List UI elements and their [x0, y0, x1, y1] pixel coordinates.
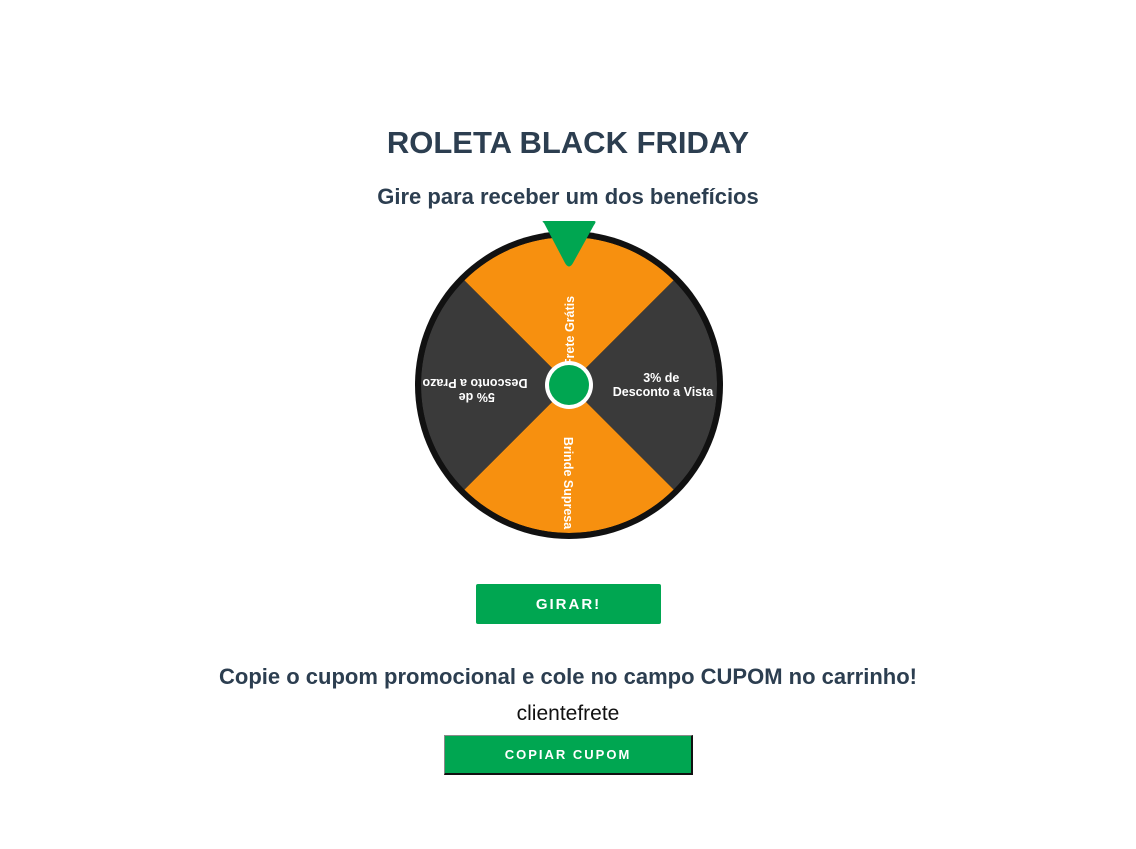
wheel-svg: Frete Grátis 3% de Desconto a Vista Brin…: [415, 221, 723, 539]
wheel-hub: [549, 365, 589, 405]
copy-coupon-button[interactable]: COPIAR CUPOM: [444, 735, 693, 775]
segment-label-top: Frete Grátis: [563, 296, 577, 366]
segment-label-right-line2: Desconto a Vista: [613, 385, 715, 399]
page-title: ROLETA BLACK FRIDAY: [386, 125, 750, 160]
segment-label-left-line1: 5% de: [459, 390, 495, 404]
roulette-page: ROLETA BLACK FRIDAY Gire para receber um…: [0, 0, 1136, 849]
segment-label-top-line: Frete Grátis: [563, 296, 577, 366]
segment-label-right-line1: 3% de: [643, 371, 679, 385]
segment-label-bottom: Brinde Supresa: [561, 437, 575, 530]
coupon-code: clientefrete: [516, 702, 620, 725]
spin-button[interactable]: GIRAR!: [476, 584, 661, 624]
segment-label-left-line2: Desconto a Prazo: [422, 376, 527, 390]
coupon-instruction: Copie o cupom promocional e cole no camp…: [219, 664, 917, 689]
segment-label-bottom-line: Brinde Supresa: [561, 437, 575, 530]
prize-wheel[interactable]: Frete Grátis 3% de Desconto a Vista Brin…: [411, 217, 731, 545]
page-subtitle: Gire para receber um dos benefícios: [377, 184, 759, 209]
